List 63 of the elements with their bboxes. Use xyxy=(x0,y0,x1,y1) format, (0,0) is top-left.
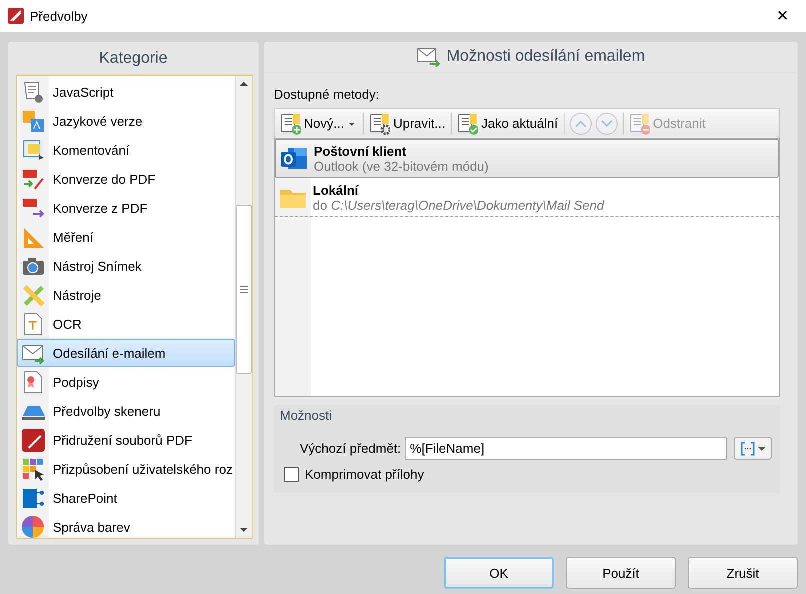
category-item[interactable]: Nástroje xyxy=(17,281,235,309)
macro-button[interactable] xyxy=(734,437,772,460)
envelope-icon xyxy=(416,47,441,67)
translate-icon xyxy=(21,109,45,133)
chevron-up-icon xyxy=(575,120,588,128)
document-check-icon xyxy=(458,112,478,134)
group-title: Možnosti xyxy=(279,407,334,425)
category-item[interactable]: JavaScript xyxy=(17,78,235,106)
dialog-button[interactable]: Použít xyxy=(566,557,676,589)
color-wheel-icon xyxy=(21,515,45,538)
panel-title: Možnosti odesílání emailem xyxy=(446,48,646,66)
toolbar-button[interactable]: Upravit... xyxy=(367,111,448,136)
chevron-down-icon xyxy=(601,120,614,128)
category-item[interactable]: SharePoint xyxy=(17,484,235,512)
grip-icon xyxy=(240,286,248,293)
close-button[interactable]: ✕ xyxy=(760,0,806,32)
category-item[interactable]: Přidružení souborů PDF xyxy=(17,426,235,454)
document-remove-icon xyxy=(630,112,650,134)
dialog-button[interactable]: OK xyxy=(444,557,554,589)
brackets-icon xyxy=(740,442,754,456)
tools-icon xyxy=(21,283,45,307)
caret-icon xyxy=(758,446,766,452)
toolbar-button[interactable]: Nový... xyxy=(278,111,360,136)
scrollbar-thumb[interactable] xyxy=(236,205,252,374)
ruler-icon xyxy=(21,225,45,249)
category-item[interactable]: Konverze do PDF xyxy=(17,165,235,193)
mail-app-icon xyxy=(280,146,308,172)
pdf-convert-icon xyxy=(21,167,45,191)
share-icon xyxy=(21,486,45,510)
comment-icon xyxy=(21,138,45,162)
method-title: Poštovní klient xyxy=(314,144,408,158)
field-label: Výchozí předmět: xyxy=(300,441,402,456)
category-item[interactable]: Konverze z PDF xyxy=(17,194,235,222)
checkbox-label[interactable]: Komprimovat přílohy xyxy=(305,467,424,482)
category-item[interactable]: Jazykové verze xyxy=(17,107,235,135)
method-item[interactable]: Lokální do C:\Users\terag\OneDrive\Dokumenty\Mail Send xyxy=(275,178,779,217)
category-item[interactable]: Předvolby skeneru xyxy=(17,397,235,425)
category-item[interactable]: Přizpůsobení uživatelského roz xyxy=(17,455,235,483)
category-item[interactable]: Komentování xyxy=(17,136,235,164)
subject-field[interactable]: %[FileName] xyxy=(405,437,727,460)
app-logo-icon xyxy=(8,8,24,24)
document-add-icon xyxy=(281,112,301,134)
toolbar-button[interactable]: Jako aktuální xyxy=(455,111,562,136)
checkbox[interactable] xyxy=(284,467,299,482)
category-item[interactable]: OCR xyxy=(17,310,235,338)
category-item[interactable]: Správa barev xyxy=(17,513,235,538)
panel-title: Kategorie xyxy=(98,48,169,68)
dialog-button[interactable]: Zrušit xyxy=(688,557,798,589)
document-gear-icon xyxy=(370,112,390,134)
pdf-file-icon xyxy=(21,428,45,452)
methods-label: Dostupné metody: xyxy=(274,87,381,102)
method-detail: Outlook (ve 32-bitovém módu) xyxy=(314,158,489,174)
method-detail: do C:\Users\terag\OneDrive\Dokumenty\Mail Send xyxy=(313,198,604,212)
method-title: Lokální xyxy=(313,182,360,198)
category-item[interactable]: Odesílání e-mailem xyxy=(17,339,235,367)
pdf-export-icon xyxy=(21,196,45,220)
category-item[interactable]: Nástroj Snímek xyxy=(17,252,235,280)
method-item[interactable]: Poštovní klient Outlook (ve 32-bitovém módu) xyxy=(275,139,779,178)
scrollbar[interactable] xyxy=(235,76,252,538)
window-title: Předvolby xyxy=(30,8,88,24)
tiles-icon xyxy=(21,457,45,481)
category-item[interactable]: Podpisy xyxy=(17,368,235,396)
category-item[interactable]: Měření xyxy=(17,223,235,251)
